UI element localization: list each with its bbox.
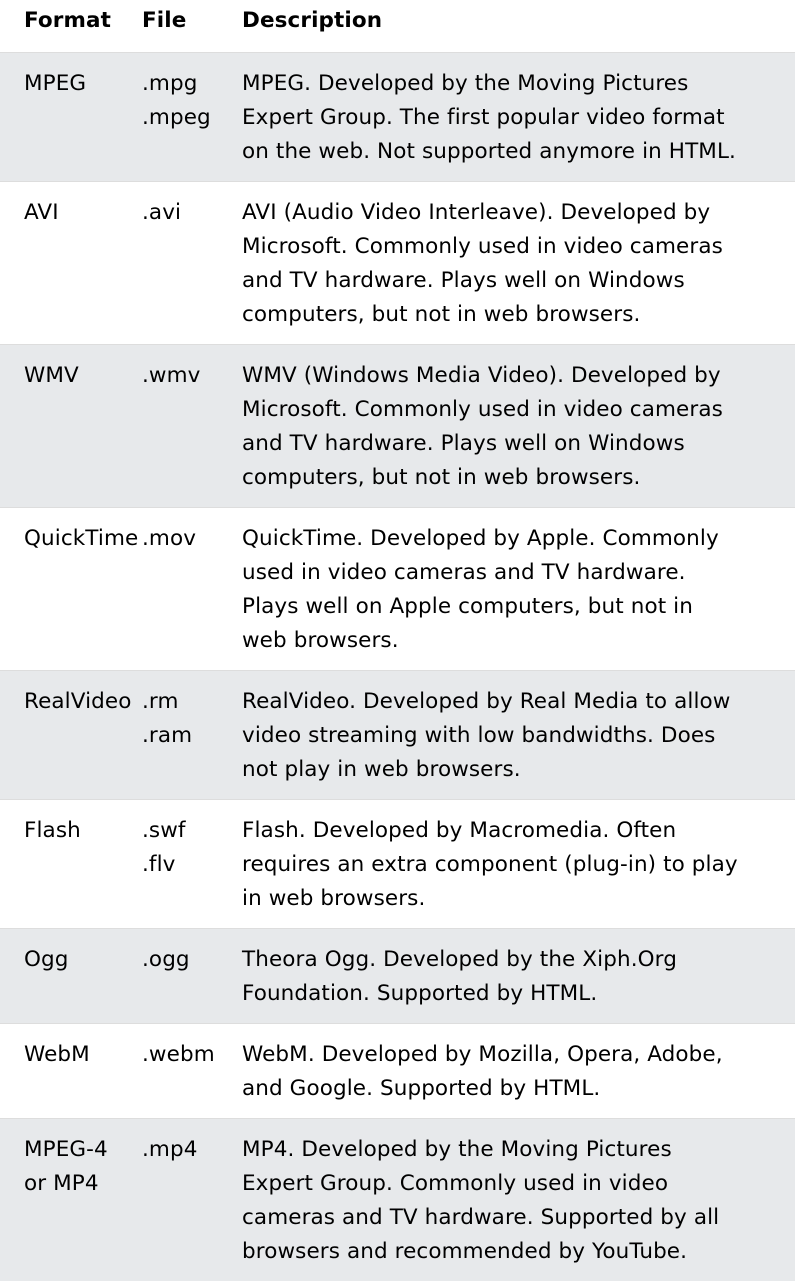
file-cell: .avi — [142, 182, 242, 345]
description-text: Theora Ogg. Developed by the Xiph.Org — [242, 943, 787, 977]
description-cell: Flash. Developed by Macromedia. Oftenreq… — [242, 800, 795, 929]
file-text: .mpeg — [142, 101, 242, 135]
description-text: web browsers. — [242, 624, 787, 658]
file-text: .ogg — [142, 943, 242, 977]
table-row: Flash.swf.flvFlash. Developed by Macrome… — [0, 800, 795, 929]
format-text: QuickTime — [24, 522, 142, 556]
file-cell: .rm.ram — [142, 671, 242, 800]
file-cell: .ogg — [142, 929, 242, 1024]
format-text: WMV — [24, 359, 142, 393]
file-text: .mov — [142, 522, 242, 556]
description-cell: QuickTime. Developed by Apple. Commonlyu… — [242, 508, 795, 671]
table-header: Format File Description — [0, 0, 795, 53]
file-text: .flv — [142, 848, 242, 882]
table-row: QuickTime.movQuickTime. Developed by App… — [0, 508, 795, 671]
description-text: video streaming with low bandwidths. Doe… — [242, 719, 787, 753]
description-text: browsers and recommended by YouTube. — [242, 1235, 787, 1269]
description-text: and TV hardware. Plays well on Windows — [242, 264, 787, 298]
format-text: Ogg — [24, 943, 142, 977]
description-text: QuickTime. Developed by Apple. Commonly — [242, 522, 787, 556]
description-text: cameras and TV hardware. Supported by al… — [242, 1201, 787, 1235]
description-text: Expert Group. Commonly used in video — [242, 1167, 787, 1201]
file-cell: .swf.flv — [142, 800, 242, 929]
description-text: in web browsers. — [242, 882, 787, 916]
header-file: File — [142, 0, 242, 53]
file-cell: .mpg.mpeg — [142, 53, 242, 182]
description-text: RealVideo. Developed by Real Media to al… — [242, 685, 787, 719]
format-text: or MP4 — [24, 1167, 142, 1201]
description-text: Foundation. Supported by HTML. — [242, 977, 787, 1011]
description-text: Plays well on Apple computers, but not i… — [242, 590, 787, 624]
description-cell: MP4. Developed by the Moving PicturesExp… — [242, 1119, 795, 1281]
file-text: .rm — [142, 685, 242, 719]
description-text: requires an extra component (plug-in) to… — [242, 848, 787, 882]
description-cell: RealVideo. Developed by Real Media to al… — [242, 671, 795, 800]
file-cell: .mp4 — [142, 1119, 242, 1281]
table-row: AVI.aviAVI (Audio Video Interleave). Dev… — [0, 182, 795, 345]
table-row: RealVideo.rm.ramRealVideo. Developed by … — [0, 671, 795, 800]
description-cell: Theora Ogg. Developed by the Xiph.OrgFou… — [242, 929, 795, 1024]
description-text: used in video cameras and TV hardware. — [242, 556, 787, 590]
file-text: .mp4 — [142, 1133, 242, 1167]
format-cell: MPEG-4or MP4 — [0, 1119, 142, 1281]
video-formats-table: Format File Description MPEG.mpg.mpegMPE… — [0, 0, 795, 1281]
description-text: AVI (Audio Video Interleave). Developed … — [242, 196, 787, 230]
description-cell: MPEG. Developed by the Moving PicturesEx… — [242, 53, 795, 182]
table-body: MPEG.mpg.mpegMPEG. Developed by the Movi… — [0, 53, 795, 1281]
table-row: MPEG-4or MP4.mp4MP4. Developed by the Mo… — [0, 1119, 795, 1281]
description-cell: WebM. Developed by Mozilla, Opera, Adobe… — [242, 1024, 795, 1119]
format-text: MPEG-4 — [24, 1133, 142, 1167]
format-text: MPEG — [24, 67, 142, 101]
description-text: WMV (Windows Media Video). Developed by — [242, 359, 787, 393]
format-text: Flash — [24, 814, 142, 848]
header-row: Format File Description — [0, 0, 795, 53]
file-cell: .webm — [142, 1024, 242, 1119]
table-row: Ogg.oggTheora Ogg. Developed by the Xiph… — [0, 929, 795, 1024]
description-text: Expert Group. The first popular video fo… — [242, 101, 787, 135]
format-cell: Flash — [0, 800, 142, 929]
description-text: Microsoft. Commonly used in video camera… — [242, 393, 787, 427]
file-text: .avi — [142, 196, 242, 230]
description-text: WebM. Developed by Mozilla, Opera, Adobe… — [242, 1038, 787, 1072]
format-cell: Ogg — [0, 929, 142, 1024]
file-text: .mpg — [142, 67, 242, 101]
table-row: WMV.wmvWMV (Windows Media Video). Develo… — [0, 345, 795, 508]
format-text: WebM — [24, 1038, 142, 1072]
file-text: .webm — [142, 1038, 242, 1072]
description-text: and Google. Supported by HTML. — [242, 1072, 787, 1106]
format-cell: QuickTime — [0, 508, 142, 671]
description-text: MP4. Developed by the Moving Pictures — [242, 1133, 787, 1167]
header-description: Description — [242, 0, 795, 53]
file-text: .wmv — [142, 359, 242, 393]
format-cell: RealVideo — [0, 671, 142, 800]
description-cell: WMV (Windows Media Video). Developed byM… — [242, 345, 795, 508]
format-text: AVI — [24, 196, 142, 230]
description-text: MPEG. Developed by the Moving Pictures — [242, 67, 787, 101]
format-cell: AVI — [0, 182, 142, 345]
description-text: and TV hardware. Plays well on Windows — [242, 427, 787, 461]
format-cell: WMV — [0, 345, 142, 508]
description-text: computers, but not in web browsers. — [242, 298, 787, 332]
format-cell: MPEG — [0, 53, 142, 182]
table-row: WebM.webmWebM. Developed by Mozilla, Ope… — [0, 1024, 795, 1119]
file-text: .ram — [142, 719, 242, 753]
header-format: Format — [0, 0, 142, 53]
format-text: RealVideo — [24, 685, 142, 719]
description-cell: AVI (Audio Video Interleave). Developed … — [242, 182, 795, 345]
file-cell: .mov — [142, 508, 242, 671]
description-text: computers, but not in web browsers. — [242, 461, 787, 495]
format-cell: WebM — [0, 1024, 142, 1119]
file-text: .swf — [142, 814, 242, 848]
description-text: Microsoft. Commonly used in video camera… — [242, 230, 787, 264]
description-text: on the web. Not supported anymore in HTM… — [242, 135, 787, 169]
description-text: not play in web browsers. — [242, 753, 787, 787]
file-cell: .wmv — [142, 345, 242, 508]
table-row: MPEG.mpg.mpegMPEG. Developed by the Movi… — [0, 53, 795, 182]
description-text: Flash. Developed by Macromedia. Often — [242, 814, 787, 848]
